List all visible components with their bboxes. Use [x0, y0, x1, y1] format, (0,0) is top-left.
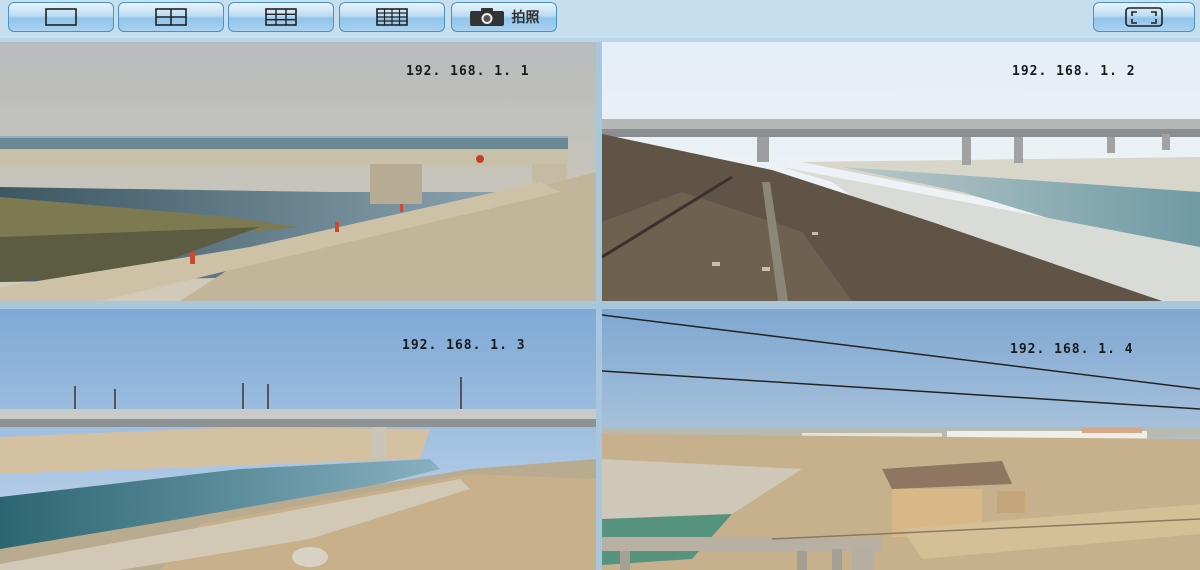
single-view-icon: [45, 8, 77, 26]
toolbar: 拍照: [0, 0, 1200, 38]
layout-9-button[interactable]: [228, 2, 334, 32]
nine-view-icon: [265, 8, 297, 26]
snapshot-label: 拍照: [511, 10, 540, 26]
camera-ip-label: 192. 168. 1. 1: [406, 64, 530, 79]
camera-grid: 192. 168. 1. 1 192. 168. 1. 2 192. 168. …: [0, 42, 1200, 570]
camera-ip-label: 192. 168. 1. 2: [1012, 64, 1136, 79]
camera-view-2[interactable]: 192. 168. 1. 2: [602, 42, 1200, 301]
layout-1-button[interactable]: [8, 2, 114, 32]
sixteen-view-icon: [376, 8, 408, 26]
camera-view-4[interactable]: 192. 168. 1. 4: [602, 309, 1200, 570]
camera-view-3[interactable]: 192. 168. 1. 3: [0, 309, 596, 570]
layout-16-button[interactable]: [339, 2, 445, 32]
camera-view-1[interactable]: 192. 168. 1. 1: [0, 42, 596, 301]
camera-2-feed: [602, 42, 1200, 301]
quad-view-icon: [155, 8, 187, 26]
fullscreen-icon: [1125, 7, 1163, 27]
camera-icon: [469, 8, 504, 26]
fullscreen-button[interactable]: [1093, 2, 1195, 32]
snapshot-button[interactable]: 拍照: [451, 2, 557, 32]
camera-ip-label: 192. 168. 1. 4: [1010, 342, 1134, 357]
layout-4-button[interactable]: [118, 2, 224, 32]
camera-1-feed: [0, 42, 596, 301]
camera-ip-label: 192. 168. 1. 3: [402, 338, 526, 353]
